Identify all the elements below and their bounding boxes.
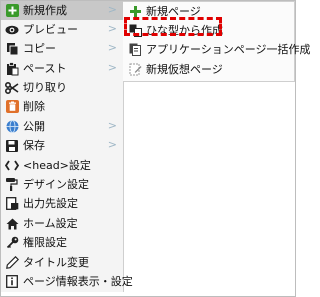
menu-item-label: 保存 (23, 138, 45, 152)
menu-item-label: ページ情報表示・設定 (23, 274, 133, 288)
menu-item-home-settings[interactable]: ホーム設定 (1, 214, 123, 233)
green-plus-icon (5, 4, 19, 18)
submenu-arrow-icon: > (107, 41, 117, 54)
paint-roller-icon (5, 178, 19, 192)
menu-item-save[interactable]: 保存 > (1, 136, 123, 155)
menu-item-permission-settings[interactable]: 権限設定 (1, 233, 123, 252)
trash-icon (5, 100, 19, 114)
menu-item-preview[interactable]: プレビュー > (1, 20, 123, 39)
submenu-arrow-icon: > (107, 3, 117, 16)
submenu-item-label: 新規仮想ページ (146, 62, 223, 76)
menu-item-delete[interactable]: 削除 (1, 97, 123, 116)
submenu-item-bulk-create[interactable]: アプリケーションページ一括作成 (123, 40, 311, 59)
menu-item-label: 出力先設定 (23, 196, 78, 210)
menu-item-label: 権限設定 (23, 235, 67, 249)
menu-item-label: プレビュー (23, 22, 78, 36)
menu-item-rename-title[interactable]: タイトル変更 (1, 253, 123, 272)
menu-item-label: 削除 (23, 99, 45, 113)
bulk-create-icon (128, 43, 142, 57)
submenu-item-virtual-page[interactable]: 新規仮想ページ (123, 60, 294, 79)
floppy-disk-icon (5, 139, 19, 153)
menu-item-label: デザイン設定 (23, 177, 89, 191)
menu-item-label: 公開 (23, 119, 45, 133)
menu-item-paste[interactable]: ペースト > (1, 59, 123, 78)
context-menu: 新規作成 > プレビュー > コピー > ペースト > 切り取り 削除 公開 >… (1, 1, 133, 292)
menu-item-label: 切り取り (23, 80, 67, 94)
menu-item-copy[interactable]: コピー > (1, 39, 123, 58)
menu-item-label: 新規作成 (23, 3, 67, 17)
virtual-page-icon (128, 63, 142, 77)
menu-item-output-settings[interactable]: 出力先設定 (1, 194, 123, 213)
menu-item-label: ペースト (23, 61, 67, 75)
submenu-arrow-icon: > (107, 61, 117, 74)
menu-item-label: コピー (23, 41, 56, 55)
output-icon (5, 197, 19, 211)
menu-item-label: ホーム設定 (23, 216, 78, 230)
submenu-arrow-icon: > (107, 119, 117, 132)
paste-icon (5, 61, 19, 76)
code-icon (5, 159, 19, 173)
menu-item-new[interactable]: 新規作成 > (1, 1, 123, 20)
highlight-box (124, 17, 222, 36)
submenu-arrow-icon: > (107, 138, 117, 151)
eye-icon (5, 23, 19, 37)
menu-item-cut[interactable]: 切り取り (1, 78, 123, 97)
scissors-icon (5, 81, 19, 95)
copy-icon (5, 42, 19, 56)
submenu-arrow-icon: > (107, 22, 117, 35)
new-submenu: 新規ページ ひな型から作成 アプリケーションページ一括作成 新規仮想ページ (123, 1, 311, 82)
home-icon (5, 217, 19, 231)
menu-item-page-info[interactable]: ページ情報表示・設定 (1, 272, 133, 291)
key-icon (5, 236, 19, 250)
menu-item-design-settings[interactable]: デザイン設定 (1, 175, 123, 194)
menu-item-head-settings[interactable]: <head>設定 (1, 156, 123, 175)
info-icon (5, 275, 19, 289)
pencil-icon (5, 256, 19, 270)
menu-item-label: タイトル変更 (23, 255, 89, 269)
menu-item-publish[interactable]: 公開 > (1, 117, 123, 136)
menu-item-label: <head>設定 (23, 158, 91, 172)
globe-icon (5, 120, 19, 134)
submenu-item-label: アプリケーションページ一括作成 (146, 42, 311, 56)
